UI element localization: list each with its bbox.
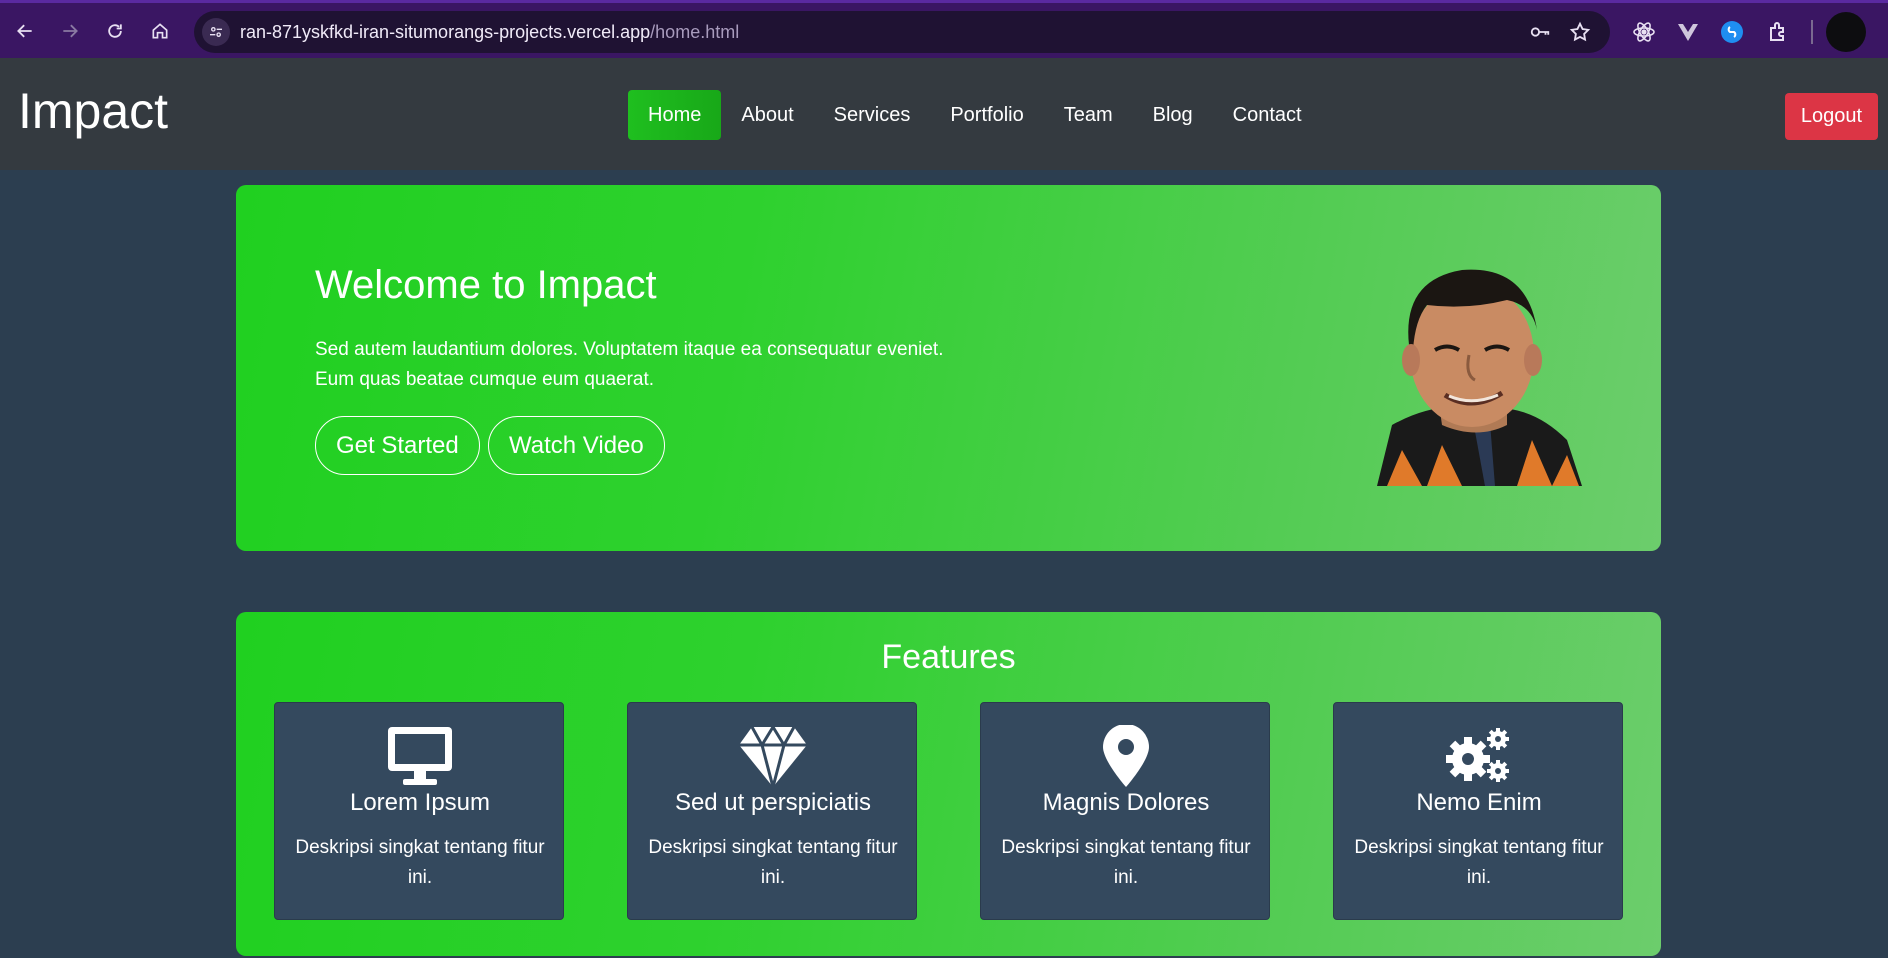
nav-home[interactable]: Home: [628, 90, 722, 140]
features-title: Features: [881, 638, 1016, 676]
diamond-icon: [739, 725, 807, 787]
vue-devtools-icon[interactable]: [1676, 20, 1700, 44]
feature-title: Magnis Dolores: [1042, 789, 1210, 816]
nav-services[interactable]: Services: [814, 90, 931, 140]
feature-title: Sed ut perspiciatis: [674, 789, 872, 816]
feature-text: Deskripsi singkat tentang fitur ini.: [1001, 837, 1251, 888]
nav-team[interactable]: Team: [1044, 90, 1133, 140]
features-section: Features Lorem Ipsum Deskripsi singkat t…: [236, 612, 1661, 956]
feature-text: Deskripsi singkat tentang fitur ini.: [1354, 837, 1604, 888]
profile-photo: [1377, 269, 1582, 486]
feature-card: Magnis Dolores Deskripsi singkat tentang…: [980, 702, 1270, 920]
nav-contact[interactable]: Contact: [1213, 90, 1322, 140]
watch-video-button[interactable]: Watch Video: [488, 416, 665, 475]
address-bar[interactable]: ran-871yskfkd-iran-situmorangs-projects.…: [194, 11, 1610, 53]
feature-text: Deskripsi singkat tentang fitur ini.: [648, 837, 898, 888]
desktop-icon: [388, 727, 452, 785]
hero-text: Sed autem laudantium dolores. Voluptatem…: [315, 339, 944, 390]
map-pin-icon: [1103, 725, 1149, 787]
forward-icon[interactable]: [56, 17, 84, 45]
feature-card: Nemo Enim Deskripsi singkat tentang fitu…: [1333, 702, 1623, 920]
shazam-icon[interactable]: [1720, 20, 1744, 44]
nav-portfolio[interactable]: Portfolio: [930, 90, 1043, 140]
feature-title: Nemo Enim: [1416, 789, 1542, 816]
reload-icon[interactable]: [101, 17, 129, 45]
url-text[interactable]: ran-871yskfkd-iran-situmorangs-projects.…: [240, 22, 739, 43]
logout-button[interactable]: Logout: [1785, 93, 1878, 140]
feature-title: Lorem Ipsum: [349, 789, 491, 816]
browser-toolbar: ran-871yskfkd-iran-situmorangs-projects.…: [0, 0, 1888, 58]
bookmark-star-icon[interactable]: [1569, 21, 1591, 43]
feature-card: Lorem Ipsum Deskripsi singkat tentang fi…: [274, 702, 564, 920]
toolbar-divider: [1811, 20, 1813, 44]
profile-avatar[interactable]: [1826, 12, 1866, 52]
get-started-button[interactable]: Get Started: [315, 416, 480, 475]
site-info-icon[interactable]: [202, 18, 230, 46]
site-logo[interactable]: Impact: [18, 82, 168, 140]
hero-section: Welcome to Impact Sed autem laudantium d…: [236, 185, 1661, 551]
nav-blog[interactable]: Blog: [1133, 90, 1213, 140]
gears-icon: [1446, 728, 1509, 782]
back-icon[interactable]: [11, 17, 39, 45]
key-icon[interactable]: [1529, 21, 1551, 43]
site-header: Impact Home About Services Portfolio Tea…: [0, 58, 1888, 170]
home-icon[interactable]: [146, 17, 174, 45]
feature-text: Deskripsi singkat tentang fitur ini.: [295, 837, 545, 888]
nav-about[interactable]: About: [721, 90, 813, 140]
hero-title: Welcome to Impact: [315, 263, 657, 307]
react-devtools-icon[interactable]: [1632, 20, 1656, 44]
feature-card: Sed ut perspiciatis Deskripsi singkat te…: [627, 702, 917, 920]
extensions-puzzle-icon[interactable]: [1767, 20, 1791, 44]
main-nav: Home About Services Portfolio Team Blog …: [628, 90, 1322, 140]
tab-strip-edge: [0, 0, 1888, 3]
